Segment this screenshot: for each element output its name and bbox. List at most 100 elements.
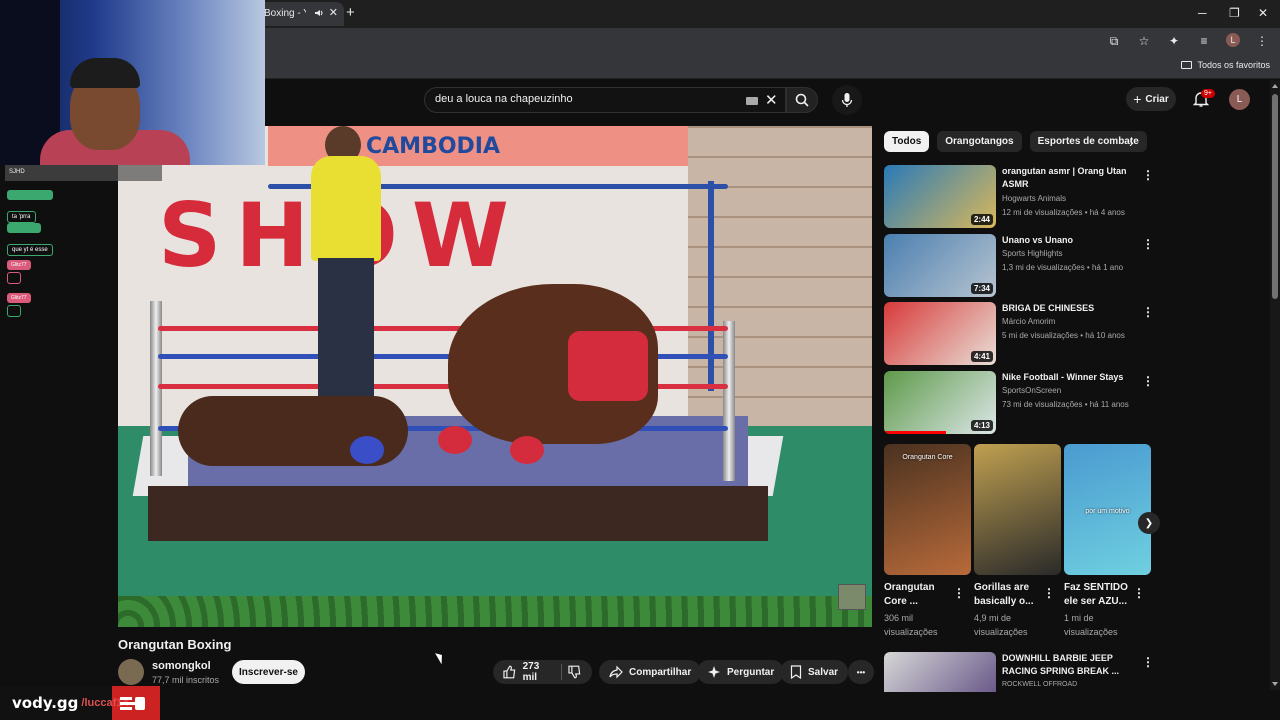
bookmarks-label: Todos os favoritos <box>1197 60 1270 70</box>
shorts-title[interactable]: Faz SENTIDO ele ser AZU... <box>1064 581 1136 609</box>
channel-avatar[interactable] <box>118 659 144 685</box>
create-label: Criar <box>1145 93 1169 105</box>
shorts-title[interactable]: Gorillas are basically o... <box>974 581 1046 609</box>
video-player[interactable]: CAMBODIA SHOW <box>118 126 872 627</box>
more-vert-icon[interactable]: ⋮ <box>1043 586 1055 600</box>
duration-badge: 4:13 <box>970 420 993 431</box>
star-icon[interactable]: ☆ <box>1136 33 1152 49</box>
ask-button[interactable]: Perguntar <box>697 660 785 684</box>
recommendation-channel[interactable]: Hogwarts Animals <box>1002 194 1066 203</box>
shorts-title[interactable]: Orangutan Core ... <box>884 581 956 609</box>
search-button[interactable] <box>786 87 818 113</box>
save-label: Salvar <box>808 666 839 678</box>
search-input[interactable]: deu a louca na chapeuzinho ✕ <box>424 87 786 113</box>
recommendation-item[interactable]: 4:13 Nike Football - Winner Stays Sports… <box>884 371 1154 435</box>
recommendation-title[interactable]: DOWNHILL BARBIE JEEP RACING SPRING BREAK… <box>1002 652 1140 678</box>
shorts-item[interactable]: Orangutan Core Orangutan Core ... 306 mi… <box>884 444 971 639</box>
shorts-next-button[interactable]: ❯ <box>1138 512 1160 534</box>
more-vert-icon[interactable]: ⋮ <box>953 586 965 600</box>
more-actions-button[interactable]: ••• <box>848 660 874 684</box>
new-tab-button[interactable]: + <box>346 5 355 20</box>
scroll-up-arrow[interactable] <box>1272 84 1278 88</box>
shorts-views: 1 mi de visualizações <box>1064 613 1118 637</box>
chip-all[interactable]: Todos <box>884 131 930 152</box>
recommendation-meta: 1,3 mi de visualizações • há 1 ano <box>1002 263 1124 272</box>
plus-icon: + <box>1133 91 1142 107</box>
browser-tab[interactable]: Boxing - Yo ✕ <box>258 2 344 26</box>
boxing-glove <box>350 436 384 464</box>
shorts-thumbnail[interactable]: Orangutan Core <box>884 444 971 575</box>
recommendation-thumbnail[interactable]: 7:34 <box>884 234 996 297</box>
share-button[interactable]: Compartilhar <box>599 660 702 684</box>
recommendation-thumbnail[interactable]: 4:41 <box>884 302 996 365</box>
chat-username: Glitz77 <box>7 293 31 303</box>
chip-orangutans[interactable]: Orangotangos <box>937 131 1022 152</box>
scrollbar-thumb[interactable] <box>1272 94 1278 299</box>
scroll-down-arrow[interactable] <box>1272 682 1278 686</box>
recommendation-title[interactable]: Nike Football - Winner Stays <box>1002 371 1140 384</box>
page-scrollbar[interactable] <box>1270 80 1280 690</box>
sparkle-icon <box>708 666 720 678</box>
more-vert-icon[interactable]: ⋮ <box>1133 586 1145 600</box>
window-close-icon[interactable]: ✕ <box>1258 6 1268 20</box>
recommendation-channel[interactable]: ROCKWELL OFFROAD <box>1002 681 1077 688</box>
shorts-item[interactable]: por um motivo Faz SENTIDO ele ser AZU...… <box>1064 444 1151 639</box>
minimize-icon[interactable]: ─ <box>1198 6 1207 20</box>
menu-icon[interactable]: ⋮ <box>1254 33 1270 49</box>
recommendation-title[interactable]: Unano vs Unano <box>1002 234 1140 247</box>
keyboard-icon[interactable] <box>746 97 758 105</box>
recommendation-title[interactable]: orangutan asmr | Orang Utan ASMR <box>1002 165 1140 191</box>
audio-icon[interactable] <box>314 8 324 18</box>
close-tab-icon[interactable]: ✕ <box>329 6 338 19</box>
recommendation-item[interactable]: 4:41 BRIGA DE CHINESES Márcio Amorim 5 m… <box>884 302 1154 366</box>
more-vert-icon[interactable]: ⋮ <box>1142 238 1154 250</box>
recommendation-channel[interactable]: Márcio Amorim <box>1002 317 1055 326</box>
cast-icon[interactable]: ⧉ <box>1106 33 1122 49</box>
account-avatar[interactable]: L <box>1229 89 1250 110</box>
bookmark-icon <box>790 665 802 679</box>
more-vert-icon[interactable]: ⋮ <box>1142 306 1154 318</box>
create-button[interactable]: + Criar <box>1126 87 1176 111</box>
like-count[interactable]: 273 mil <box>523 661 556 683</box>
ring-post <box>723 321 735 481</box>
search-query: deu a louca na chapeuzinho <box>435 93 573 105</box>
recommendation-thumbnail[interactable]: 4:13 <box>884 371 996 434</box>
video-scene-hedge <box>118 596 872 627</box>
divider <box>561 664 563 680</box>
extensions-icon[interactable]: ✦ <box>1166 33 1182 49</box>
chat-username <box>7 190 53 200</box>
recommendation-item[interactable]: 7:34 Unano vs Unano Sports Highlights 1,… <box>884 234 1154 298</box>
clear-search-icon[interactable]: ✕ <box>765 91 778 109</box>
channel-name[interactable]: somongkol <box>152 660 211 672</box>
duration-badge: 7:34 <box>970 283 993 294</box>
subscribe-button[interactable]: Inscrever-se <box>232 660 305 684</box>
shorts-item[interactable]: Gorillas are basically o... 4,9 mi de vi… <box>974 444 1061 639</box>
all-bookmarks[interactable]: Todos os favoritos <box>1181 60 1270 70</box>
save-button[interactable]: Salvar <box>780 660 849 684</box>
recommendation-channel[interactable]: Sports Highlights <box>1002 249 1062 258</box>
chevron-right-icon: ❯ <box>1144 517 1154 529</box>
chevron-right-icon[interactable]: › <box>1129 134 1134 150</box>
media-icon[interactable]: ≡ <box>1196 33 1212 49</box>
recommendation-item[interactable]: 2:44 orangutan asmr | Orang Utan ASMR Ho… <box>884 165 1154 229</box>
shorts-thumbnail[interactable] <box>974 444 1061 575</box>
restore-icon[interactable]: ❐ <box>1229 6 1240 20</box>
video-scene-stage-base <box>148 486 768 541</box>
more-vert-icon[interactable]: ⋮ <box>1142 656 1154 668</box>
like-icon[interactable] <box>503 665 517 679</box>
voice-search-button[interactable] <box>832 85 862 115</box>
share-icon <box>609 665 623 679</box>
more-vert-icon[interactable]: ⋮ <box>1142 375 1154 387</box>
boxing-glove <box>510 436 544 464</box>
duration-badge: 4:41 <box>970 351 993 362</box>
profile-avatar[interactable]: L <box>1226 33 1240 47</box>
recommendation-item[interactable]: DOWNHILL BARBIE JEEP RACING SPRING BREAK… <box>884 652 1154 692</box>
recommendation-thumbnail[interactable]: 2:44 <box>884 165 996 228</box>
recommendation-thumbnail[interactable] <box>884 652 996 692</box>
recommendation-title[interactable]: BRIGA DE CHINESES <box>1002 302 1140 315</box>
more-vert-icon[interactable]: ⋮ <box>1142 169 1154 181</box>
red-trunks <box>568 331 648 401</box>
shorts-thumbnail[interactable]: por um motivo <box>1064 444 1151 575</box>
dislike-icon[interactable] <box>568 665 582 679</box>
recommendation-channel[interactable]: SportsOnScreen <box>1002 386 1061 395</box>
